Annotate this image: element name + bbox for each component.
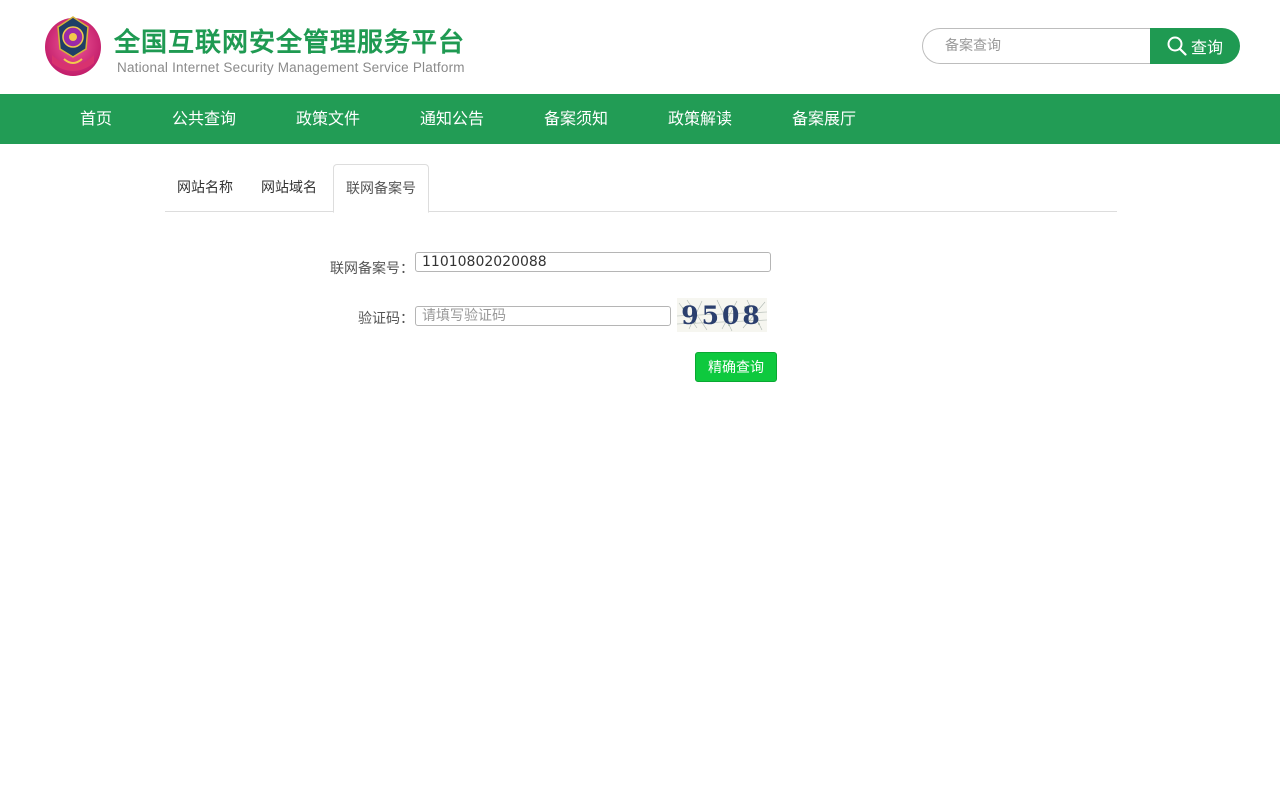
nav-item-filing-guide[interactable]: 备案须知 [544, 94, 608, 144]
query-tabs: 网站名称 网站域名 联网备案号 [165, 164, 1117, 213]
header-search: 查询 [922, 28, 1240, 64]
nav-item-public-query[interactable]: 公共查询 [172, 94, 236, 144]
captcha-text: 9508 [681, 301, 763, 330]
site-header: 全国互联网安全管理服务平台 National Internet Security… [0, 0, 1280, 94]
captcha-label: 验证码： [358, 311, 414, 327]
search-icon [1167, 36, 1187, 56]
site-subtitle: National Internet Security Management Se… [117, 60, 465, 75]
captcha-image[interactable]: 9508 [677, 298, 767, 332]
tab-record-number[interactable]: 联网备案号 [333, 164, 429, 213]
captcha-input[interactable] [415, 306, 671, 326]
tab-site-domain[interactable]: 网站域名 [249, 164, 329, 212]
record-number-label: 联网备案号： [330, 261, 414, 277]
search-button-label: 查询 [1190, 38, 1223, 57]
tab-site-name[interactable]: 网站名称 [165, 164, 245, 212]
nav-item-home[interactable]: 首页 [80, 94, 112, 144]
nav-item-filing-hall[interactable]: 备案展厅 [792, 94, 856, 144]
site-title: 全国互联网安全管理服务平台 [114, 28, 466, 58]
national-emblem-icon [45, 16, 101, 76]
record-number-input[interactable] [415, 252, 771, 272]
nav-item-policy-documents[interactable]: 政策文件 [296, 94, 360, 144]
nav-item-notices[interactable]: 通知公告 [420, 94, 484, 144]
search-button[interactable]: 查询 [1150, 28, 1240, 64]
exact-query-button[interactable]: 精确查询 [695, 352, 777, 382]
main-nav: 首页 公共查询 政策文件 通知公告 备案须知 政策解读 备案展厅 [0, 94, 1280, 144]
nav-item-policy-interpretation[interactable]: 政策解读 [668, 94, 732, 144]
search-input[interactable] [922, 28, 1158, 64]
